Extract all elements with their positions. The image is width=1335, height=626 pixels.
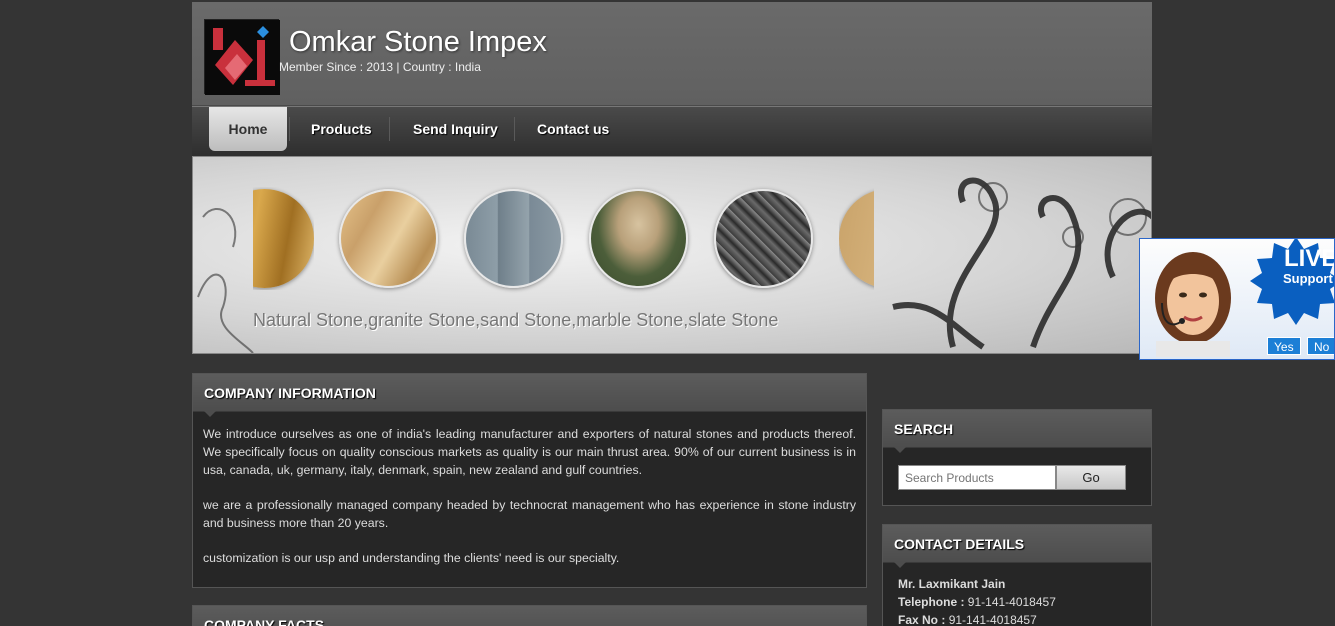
search-go-button[interactable]: Go: [1056, 465, 1126, 490]
nav-divider: [514, 117, 515, 141]
granite-photo: [464, 189, 563, 288]
company-paragraph: customization is our usp and understandi…: [203, 551, 620, 565]
company-logo[interactable]: [204, 19, 280, 95]
photo-partial-left: [253, 187, 314, 290]
hero-banner: Natural Stone,granite Stone,sand Stone,m…: [192, 156, 1152, 354]
live-title: LIVE: [1284, 245, 1335, 272]
fax-label: Fax No :: [898, 613, 946, 626]
live-no-button[interactable]: No: [1307, 337, 1334, 355]
slate-cobble-photo: [714, 189, 813, 288]
contact-details-heading: CONTACT DETAILS: [883, 525, 1151, 568]
company-information-heading: COMPANY INFORMATION: [193, 374, 866, 417]
search-box: SEARCH Go: [882, 409, 1152, 506]
search-heading: SEARCH: [883, 410, 1151, 453]
banner-caption: Natural Stone,granite Stone,sand Stone,m…: [253, 310, 779, 330]
support-agent-image: [1155, 252, 1231, 357]
live-yes-button[interactable]: Yes: [1267, 337, 1301, 355]
site-header: Omkar Stone Impex Member Since : 2013 | …: [192, 2, 1152, 106]
page-wrapper: Omkar Stone Impex Member Since : 2013 | …: [192, 2, 1152, 354]
nav-divider: [389, 117, 390, 141]
nav-products[interactable]: Products: [311, 107, 372, 151]
nav-divider: [289, 117, 290, 141]
live-subtitle: Support: [1283, 271, 1333, 286]
company-facts-heading: COMPANY FACTS: [193, 606, 866, 626]
heading-pointer: [894, 447, 906, 453]
heading-pointer: [894, 562, 906, 568]
nav-contact-us[interactable]: Contact us: [537, 107, 609, 151]
company-paragraph: We introduce ourselves as one of india's…: [203, 427, 856, 477]
section-title: COMPANY INFORMATION: [204, 385, 376, 401]
company-facts-box: COMPANY FACTS: [192, 605, 867, 626]
section-title: COMPANY FACTS: [204, 617, 325, 626]
fax-number: 91-141-4018457: [948, 613, 1037, 626]
company-information-body: We introduce ourselves as one of india's…: [193, 412, 866, 567]
section-title: SEARCH: [894, 421, 954, 437]
contact-details-box: CONTACT DETAILS Mr. Laxmikant Jain Telep…: [882, 524, 1152, 626]
search-input[interactable]: [898, 465, 1056, 490]
contact-details-body: Mr. Laxmikant Jain Telephone : 91-141-40…: [883, 563, 1151, 626]
nav-home[interactable]: Home: [209, 107, 287, 151]
photo-partial-right: [839, 187, 874, 290]
contact-name: Mr. Laxmikant Jain: [898, 577, 1006, 591]
main-nav: Home Products Send Inquiry Contact us: [192, 106, 1152, 156]
company-paragraph: we are a professionally managed company …: [203, 498, 856, 530]
heading-pointer: [204, 411, 216, 417]
nav-send-inquiry[interactable]: Send Inquiry: [413, 107, 498, 151]
member-info: Member Since : 2013 | Country : India: [279, 60, 481, 74]
company-information-box: COMPANY INFORMATION We introduce ourselv…: [192, 373, 867, 588]
live-support-widget[interactable]: LIVE Support Yes No: [1139, 238, 1335, 360]
sandstone-photo: [339, 189, 438, 288]
phone-label: Telephone :: [898, 595, 965, 609]
marble-planter-photo: [589, 189, 688, 288]
company-name[interactable]: Omkar Stone Impex: [289, 26, 547, 59]
phone-number[interactable]: 91-141-4018457: [968, 595, 1056, 609]
section-title: CONTACT DETAILS: [894, 536, 1025, 552]
